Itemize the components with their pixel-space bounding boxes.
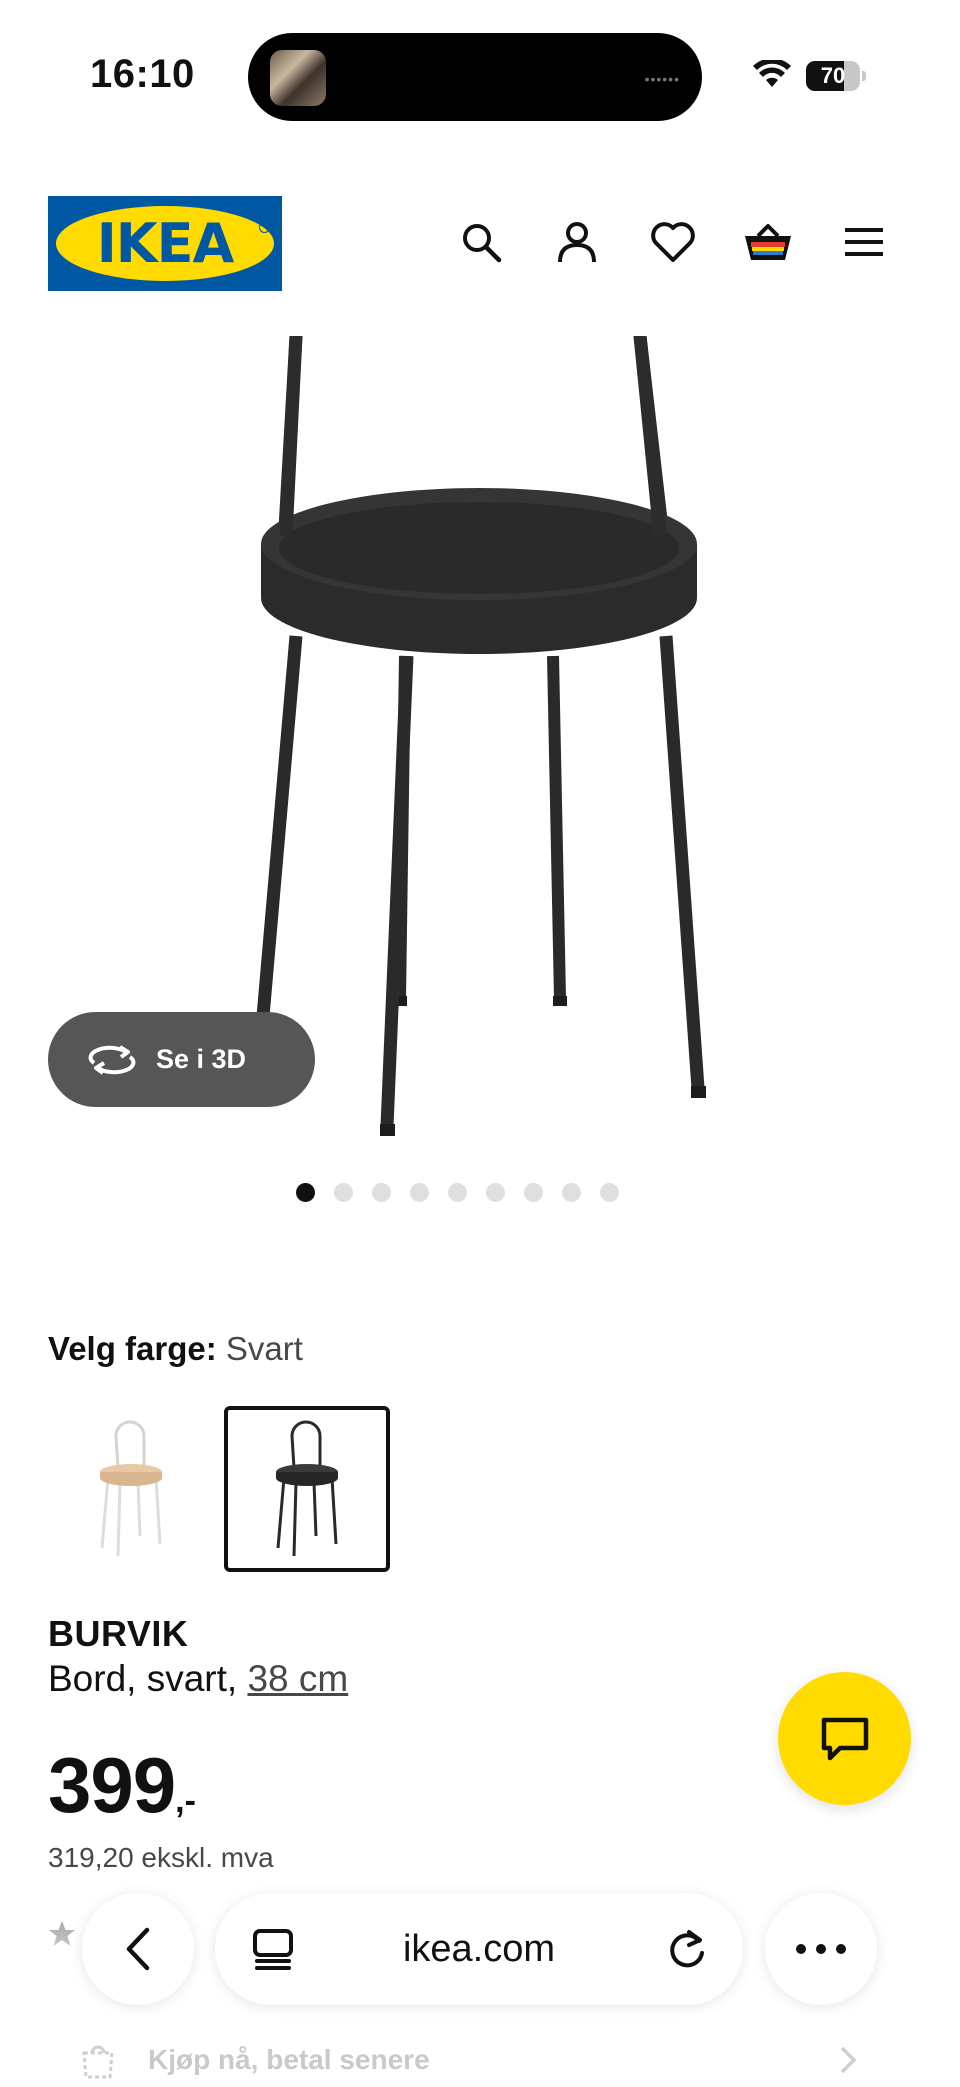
browser-more-button[interactable] (765, 1893, 877, 2005)
product-name: BURVIK (48, 1613, 189, 1654)
battery-icon: 70 (806, 61, 866, 91)
see-in-3d-label: Se i 3D (156, 1044, 247, 1074)
heart-icon[interactable] (645, 214, 701, 270)
wifi-icon (753, 60, 791, 87)
pay-later-row[interactable]: Kjøp nå, betal senere (80, 2040, 880, 2080)
url-text: ikea.com (402, 1928, 556, 1970)
see-in-3d-button[interactable]: Se i 3D (48, 1012, 315, 1107)
image-carousel-dots[interactable] (0, 1183, 960, 1202)
color-swatch-birch[interactable] (48, 1406, 214, 1572)
carousel-dot[interactable] (296, 1183, 315, 1202)
carousel-dot[interactable] (372, 1183, 391, 1202)
chevron-right-icon (840, 2046, 857, 2074)
basket-icon[interactable] (740, 214, 796, 270)
reload-icon[interactable] (665, 1927, 709, 1971)
carousel-dot[interactable] (600, 1183, 619, 1202)
product-price: 399,- (48, 1740, 196, 1831)
chat-icon (821, 1717, 868, 1760)
carousel-dot[interactable] (334, 1183, 353, 1202)
status-bar: 16:10 •••••• 70 (0, 0, 960, 150)
carousel-dot[interactable] (524, 1183, 543, 1202)
account-icon[interactable] (549, 214, 605, 270)
audio-activity-icon: •••••• (644, 71, 680, 87)
address-bar[interactable]: ikea.com (215, 1893, 743, 2005)
carousel-dot[interactable] (448, 1183, 467, 1202)
status-time: 16:10 (90, 52, 195, 96)
carousel-dot[interactable] (410, 1183, 429, 1202)
color-swatch-black[interactable] (224, 1406, 390, 1572)
price-suffix: ,- (175, 1782, 196, 1820)
color-label-text: Velg farge: (48, 1330, 217, 1367)
price-main: 399 (48, 1741, 176, 1829)
dynamic-island[interactable]: •••••• (248, 33, 702, 121)
now-playing-artwork (270, 50, 326, 106)
color-selector-label: Velg farge: Svart (48, 1330, 303, 1368)
rotate-3d-icon (88, 1044, 136, 1075)
shopping-bag-icon (82, 2045, 114, 2079)
ikea-logo[interactable]: IKEA (48, 196, 282, 291)
selected-color-value: Svart (225, 1330, 303, 1367)
menu-icon[interactable] (836, 214, 892, 270)
product-description-text: Bord, svart, (48, 1658, 248, 1699)
carousel-dot[interactable] (486, 1183, 505, 1202)
chat-button[interactable] (778, 1672, 911, 1805)
carousel-dot[interactable] (562, 1183, 581, 1202)
chevron-left-icon (126, 1927, 150, 1971)
product-description: Bord, svart, 38 cm (48, 1658, 348, 1700)
product-size-link[interactable]: 38 cm (247, 1658, 348, 1699)
more-dots-icon (796, 1944, 846, 1954)
browser-back-button[interactable] (82, 1893, 194, 2005)
pay-later-label: Kjøp nå, betal senere (148, 2044, 430, 2075)
logo-text: IKEA (96, 212, 235, 275)
battery-percentage: 70 (820, 63, 846, 88)
search-icon[interactable] (453, 214, 509, 270)
